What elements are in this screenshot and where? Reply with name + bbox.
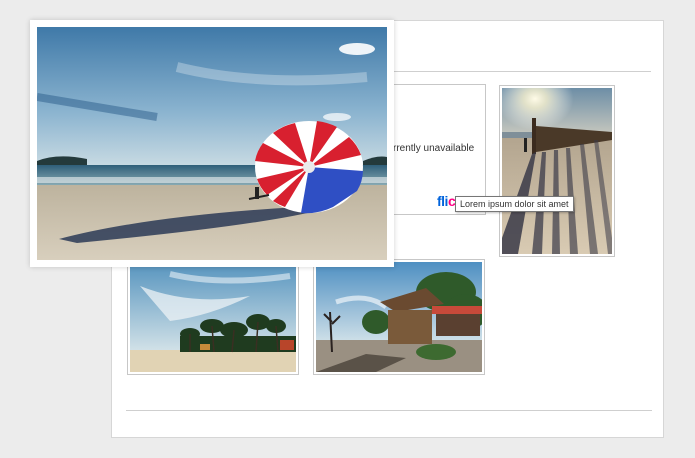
featured-photo[interactable] xyxy=(30,20,394,267)
photo-thumb-palms[interactable] xyxy=(127,263,299,375)
photo-thumb-pier[interactable] xyxy=(499,85,615,257)
bottom-divider xyxy=(126,410,652,411)
flickr-logo-part1: fli xyxy=(437,193,448,209)
palm-resort-photo xyxy=(130,266,296,372)
pier-shadows-photo xyxy=(502,88,612,254)
gallery-stage: rrently unavailable flickr xyxy=(0,0,695,458)
unavailable-message: rrently unavailable xyxy=(393,143,475,154)
photo-tooltip: Lorem ipsum dolor sit amet xyxy=(455,196,574,212)
photo-thumb-beach-bar[interactable] xyxy=(313,259,485,375)
top-divider xyxy=(387,71,651,72)
parachute-beach-photo xyxy=(37,27,387,260)
beach-bar-photo xyxy=(316,262,482,372)
